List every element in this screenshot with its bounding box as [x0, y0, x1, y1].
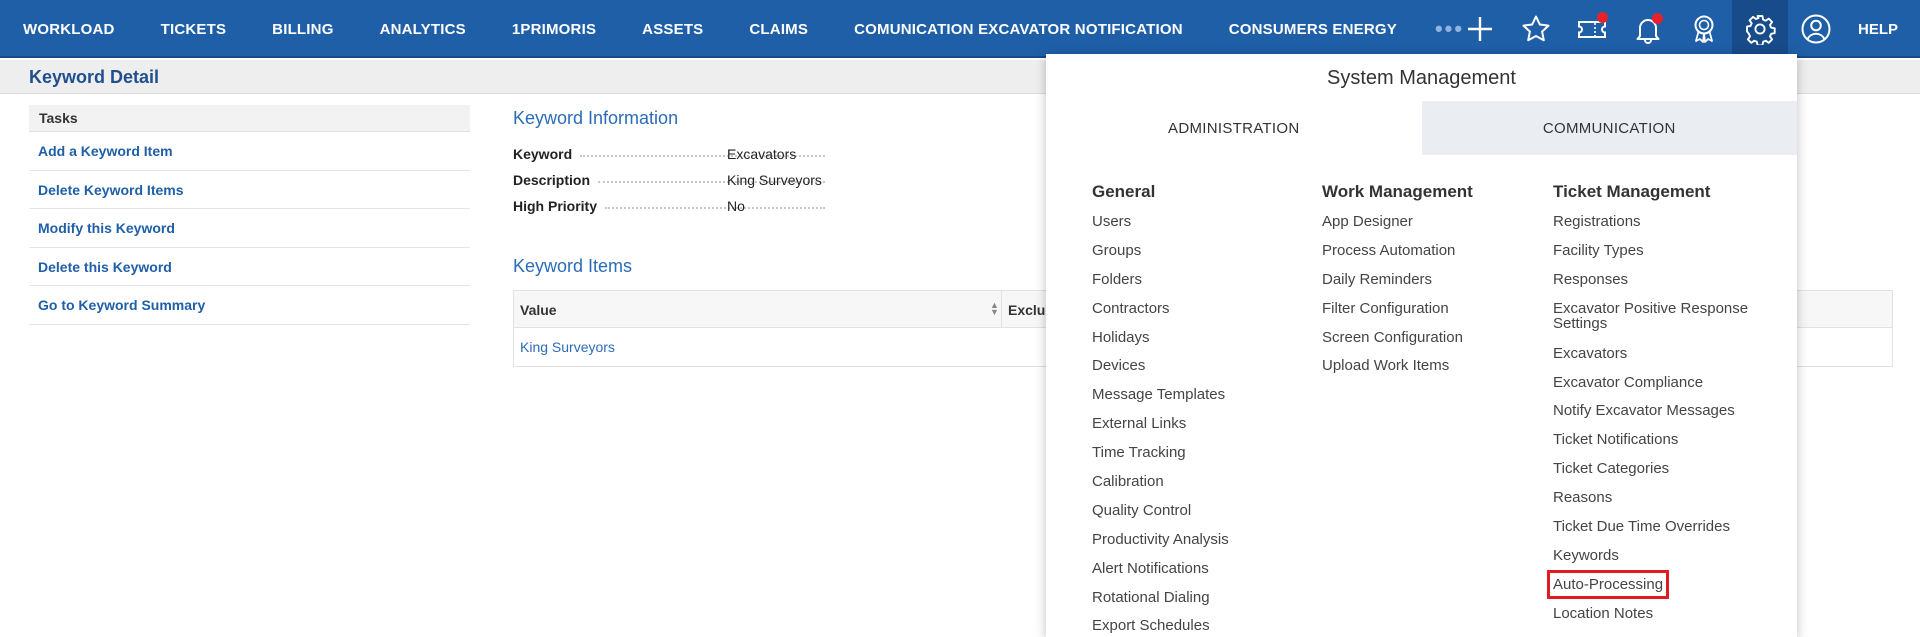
link-external-links[interactable]: External Links — [1092, 416, 1322, 445]
link-keywords[interactable]: Keywords — [1553, 548, 1763, 577]
link-reasons[interactable]: Reasons — [1553, 490, 1763, 519]
nav-claims[interactable]: CLAIMS — [749, 21, 808, 38]
info-label: Keyword — [513, 146, 573, 162]
info-row-description: Description King Surveyors — [513, 171, 833, 189]
info-label: Description — [513, 172, 591, 188]
nav-tickets[interactable]: TICKETS — [161, 21, 227, 38]
link-excavator-compliance[interactable]: Excavator Compliance — [1553, 375, 1763, 404]
tasks-panel: Tasks Add a Keyword Item Delete Keyword … — [29, 105, 470, 325]
system-management-menu: System Management ADMINISTRATION COMMUNI… — [1046, 54, 1797, 637]
link-process-automation[interactable]: Process Automation — [1322, 243, 1552, 272]
keyword-item-link[interactable]: King Surveyors — [520, 339, 615, 355]
link-holidays[interactable]: Holidays — [1092, 330, 1322, 359]
bell-icon[interactable] — [1620, 0, 1676, 58]
page-title: Keyword Detail — [29, 67, 160, 87]
link-contractors[interactable]: Contractors — [1092, 301, 1322, 330]
main-menu: WORKLOAD TICKETS BILLING ANALYTICS 1PRIM… — [0, 0, 1464, 58]
link-calibration[interactable]: Calibration — [1092, 474, 1322, 503]
link-ticket-due-time-overrides[interactable]: Ticket Due Time Overrides — [1553, 519, 1763, 548]
link-auto-processing[interactable]: Auto-Processing — [1546, 569, 1763, 606]
info-row-high-priority: High Priority No — [513, 197, 833, 215]
link-rotational-dialing[interactable]: Rotational Dialing — [1092, 590, 1322, 619]
keyword-information-title: Keyword Information — [513, 108, 679, 128]
general-heading: General — [1092, 182, 1156, 201]
ticket-badge — [1596, 12, 1608, 23]
nav-comunication-excavator-notification[interactable]: COMUNICATION EXCAVATOR NOTIFICATION — [854, 21, 1183, 38]
nav-analytics[interactable]: ANALYTICS — [380, 21, 466, 38]
link-devices[interactable]: Devices — [1092, 358, 1322, 387]
star-icon[interactable] — [1508, 0, 1564, 58]
link-registrations[interactable]: Registrations — [1553, 214, 1763, 243]
link-ticket-categories[interactable]: Ticket Categories — [1553, 461, 1763, 490]
ticket-management-column: Ticket Management Registrations Facility… — [1546, 182, 1763, 635]
link-upload-work-items[interactable]: Upload Work Items — [1322, 358, 1552, 387]
auto-processing-label[interactable]: Auto-Processing — [1546, 569, 1670, 599]
utility-icons: HELP — [1452, 0, 1920, 58]
gear-icon[interactable] — [1731, 0, 1788, 58]
help-link[interactable]: HELP — [1844, 21, 1920, 38]
nav-billing[interactable]: BILLING — [272, 21, 333, 38]
system-management-title: System Management — [1327, 67, 1516, 89]
award-icon[interactable] — [1676, 0, 1732, 58]
user-icon[interactable] — [1788, 0, 1844, 58]
nav-assets[interactable]: ASSETS — [642, 21, 703, 38]
tab-communication[interactable]: COMMUNICATION — [1421, 101, 1797, 155]
link-notify-excavator-messages[interactable]: Notify Excavator Messages — [1553, 403, 1763, 432]
work-management-column: Work Management App Designer Process Aut… — [1322, 182, 1552, 387]
system-management-tabs: ADMINISTRATION COMMUNICATION — [1046, 101, 1797, 155]
link-facility-types[interactable]: Facility Types — [1553, 243, 1763, 272]
sort-icon[interactable]: ▲ ▼ — [990, 301, 999, 317]
link-time-tracking[interactable]: Time Tracking — [1092, 445, 1322, 474]
task-modify-keyword[interactable]: Modify this Keyword — [29, 209, 470, 248]
link-message-templates[interactable]: Message Templates — [1092, 387, 1322, 416]
link-alert-notifications[interactable]: Alert Notifications — [1092, 561, 1322, 590]
task-add-keyword-item[interactable]: Add a Keyword Item — [29, 132, 470, 171]
link-ticket-notifications[interactable]: Ticket Notifications — [1553, 432, 1763, 461]
link-screen-configuration[interactable]: Screen Configuration — [1322, 330, 1552, 359]
task-delete-keyword-items[interactable]: Delete Keyword Items — [29, 171, 470, 209]
ticket-icon[interactable] — [1564, 0, 1620, 58]
work-management-heading: Work Management — [1322, 182, 1473, 201]
general-column: General Users Groups Folders Contractors… — [1092, 182, 1322, 637]
column-header-value[interactable]: Value — [520, 302, 557, 318]
info-row-keyword: Keyword Excavators — [513, 145, 833, 163]
info-label: High Priority — [513, 198, 598, 214]
tasks-header: Tasks — [29, 105, 470, 132]
link-users[interactable]: Users — [1092, 214, 1322, 243]
bell-badge — [1651, 13, 1663, 24]
nav-workload[interactable]: WORKLOAD — [23, 21, 115, 38]
link-excavators[interactable]: Excavators — [1553, 346, 1763, 375]
link-responses[interactable]: Responses — [1553, 272, 1763, 301]
keyword-items-title: Keyword Items — [513, 256, 633, 276]
task-go-to-keyword-summary[interactable]: Go to Keyword Summary — [29, 286, 470, 325]
link-daily-reminders[interactable]: Daily Reminders — [1322, 272, 1552, 301]
link-groups[interactable]: Groups — [1092, 243, 1322, 272]
link-excavator-positive-response-settings[interactable]: Excavator Positive Response Settings — [1553, 301, 1763, 346]
plus-icon[interactable] — [1452, 0, 1508, 58]
task-delete-keyword[interactable]: Delete this Keyword — [29, 248, 470, 286]
leader-dots — [605, 207, 825, 209]
info-value: King Surveyors — [727, 172, 822, 188]
link-quality-control[interactable]: Quality Control — [1092, 503, 1322, 532]
info-value: No — [727, 198, 745, 214]
link-filter-configuration[interactable]: Filter Configuration — [1322, 301, 1552, 330]
link-app-designer[interactable]: App Designer — [1322, 214, 1552, 243]
nav-1primoris[interactable]: 1PRIMORIS — [512, 21, 596, 38]
ticket-management-heading: Ticket Management — [1553, 182, 1711, 201]
link-location-notes[interactable]: Location Notes — [1553, 606, 1763, 635]
nav-consumers-energy[interactable]: CONSUMERS ENERGY — [1229, 21, 1397, 38]
column-divider — [1001, 291, 1002, 328]
link-productivity-analysis[interactable]: Productivity Analysis — [1092, 532, 1322, 561]
tab-administration[interactable]: ADMINISTRATION — [1046, 101, 1422, 155]
link-export-schedules[interactable]: Export Schedules — [1092, 618, 1322, 637]
top-navigation-bar: WORKLOAD TICKETS BILLING ANALYTICS 1PRIM… — [0, 0, 1920, 58]
link-folders[interactable]: Folders — [1092, 272, 1322, 301]
info-value: Excavators — [727, 146, 797, 162]
